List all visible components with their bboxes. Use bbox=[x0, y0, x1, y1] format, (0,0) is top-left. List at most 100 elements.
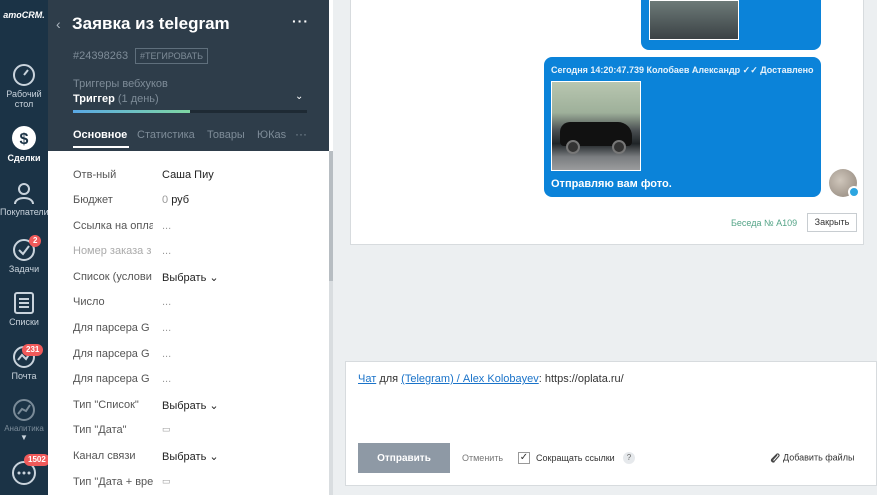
field-type-list[interactable]: Тип "Список" Выбрать ⌄ bbox=[73, 399, 323, 415]
field-value[interactable]: ... bbox=[162, 322, 171, 334]
lead-tag[interactable]: #ТЕГИРОВАТЬ bbox=[135, 48, 209, 64]
calendar-icon[interactable]: ▭ bbox=[162, 476, 171, 487]
field-label: Для парсера G bbox=[73, 348, 150, 360]
shorten-links-checkbox[interactable]: ✓ bbox=[518, 452, 530, 464]
active-tab-underline bbox=[73, 146, 129, 148]
select-value[interactable]: Выбрать ⌄ bbox=[162, 450, 219, 463]
customers-icon bbox=[14, 183, 34, 205]
nav-more-chevron-icon[interactable]: ▼ bbox=[0, 433, 48, 442]
field-responsible[interactable]: Отв-ный Саша Пиу bbox=[73, 169, 323, 185]
budget-value[interactable]: 0 руб bbox=[162, 194, 189, 206]
chat-message: Сегодня 14:20:47.739 Колобаев Александр … bbox=[544, 57, 821, 197]
budget-amount: 0 bbox=[162, 194, 169, 206]
field-label: Отв-ный bbox=[73, 169, 117, 181]
shorten-links-label[interactable]: Сокращать ссылки bbox=[536, 453, 615, 463]
nav-item-dashboard[interactable]: Рабочий стол bbox=[0, 63, 48, 109]
lead-title[interactable]: Заявка из telegram bbox=[72, 14, 230, 34]
field-type-datetime[interactable]: Тип "Дата + вре ▭ bbox=[73, 476, 323, 492]
field-value[interactable]: ... bbox=[162, 245, 171, 257]
field-parser-3[interactable]: Для парсера G ... bbox=[73, 373, 323, 389]
scrollbar-thumb[interactable] bbox=[329, 151, 333, 281]
list-icon bbox=[14, 292, 34, 314]
back-arrow-icon[interactable]: ‹ bbox=[56, 16, 61, 32]
tab-statistics[interactable]: Статистика bbox=[137, 129, 195, 141]
field-payment-link[interactable]: Ссылка на опла ... bbox=[73, 220, 323, 236]
lead-card: ‹ Заявка из telegram ··· #24398263 #ТЕГИ… bbox=[48, 0, 333, 495]
field-value[interactable]: ... bbox=[162, 348, 171, 360]
nav-label-deals: Сделки bbox=[7, 153, 41, 163]
nav-item-deals[interactable]: $ Сделки bbox=[0, 125, 48, 163]
lead-id: #24398263 bbox=[73, 50, 129, 62]
lead-scrollbar[interactable] bbox=[329, 151, 333, 495]
tabs-more-icon[interactable]: ··· bbox=[295, 127, 307, 141]
recipient-link[interactable]: (Telegram) / Alex Kolobayev bbox=[401, 373, 539, 385]
nav-item-customers[interactable]: Покупатели bbox=[0, 181, 49, 217]
more-options-icon[interactable]: ··· bbox=[292, 13, 309, 29]
chats-badge: 1502 bbox=[24, 454, 50, 466]
cancel-link[interactable]: Отменить bbox=[462, 453, 503, 463]
select-text: Выбрать bbox=[162, 272, 207, 284]
app-logo[interactable]: amoCRM. bbox=[0, 10, 48, 20]
field-list-condition[interactable]: Список (услови Выбрать ⌄ bbox=[73, 271, 323, 287]
send-button[interactable]: Отправить bbox=[358, 443, 450, 473]
previous-message bbox=[641, 0, 821, 50]
lead-header: ‹ Заявка из telegram ··· #24398263 #ТЕГИ… bbox=[48, 0, 329, 151]
field-label: Номер заказа з bbox=[73, 245, 152, 257]
select-text: Выбрать bbox=[162, 400, 207, 412]
select-value[interactable]: Выбрать ⌄ bbox=[162, 399, 219, 412]
chevron-down-icon[interactable]: ⌄ bbox=[295, 91, 303, 102]
field-type-date[interactable]: Тип "Дата" ▭ bbox=[73, 424, 323, 440]
chevron-down-icon: ⌄ bbox=[209, 451, 219, 463]
field-label: Для парсера G bbox=[73, 322, 150, 334]
conversation-number[interactable]: Беседа № А109 bbox=[731, 218, 797, 228]
telegram-icon bbox=[848, 186, 860, 198]
field-parser-2[interactable]: Для парсера G ... bbox=[73, 348, 323, 364]
close-conversation-button[interactable]: Закрыть bbox=[807, 213, 857, 232]
field-order-number[interactable]: Номер заказа з ... bbox=[73, 245, 323, 261]
field-budget[interactable]: Бюджет 0 руб bbox=[73, 194, 323, 210]
field-channel[interactable]: Канал связи Выбрать ⌄ bbox=[73, 450, 323, 466]
tab-main[interactable]: Основное bbox=[73, 129, 127, 141]
field-label: Канал связи bbox=[73, 450, 136, 462]
stage-progress-bar bbox=[73, 110, 307, 113]
field-value[interactable]: ... bbox=[162, 373, 171, 385]
message-composer[interactable]: Чат для (Telegram) / Alex Kolobayev: htt… bbox=[345, 361, 877, 486]
composer-text[interactable]: : https://oplata.ru/ bbox=[539, 373, 624, 385]
select-value[interactable]: Выбрать ⌄ bbox=[162, 271, 219, 284]
nav-item-analytics[interactable]: Аналитика bbox=[0, 398, 48, 433]
tasks-badge: 2 bbox=[29, 235, 42, 247]
field-label: Ссылка на опла bbox=[73, 220, 153, 232]
chevron-down-icon: ⌄ bbox=[209, 400, 219, 412]
nav-item-mail[interactable]: Почта 231 bbox=[0, 344, 48, 381]
nav-label-customers: Покупатели bbox=[0, 207, 49, 217]
field-number[interactable]: Число ... bbox=[73, 296, 323, 312]
field-label: Тип "Дата + вре bbox=[73, 476, 153, 488]
nav-item-lists[interactable]: Списки bbox=[0, 291, 48, 327]
field-value[interactable]: ... bbox=[162, 220, 171, 232]
select-text: Выбрать bbox=[162, 451, 207, 463]
nav-item-chats[interactable]: 1502 bbox=[0, 454, 50, 488]
previous-photo[interactable] bbox=[649, 0, 739, 40]
message-photo[interactable] bbox=[551, 81, 641, 171]
pipeline-name[interactable]: Триггеры вебхуков bbox=[73, 78, 168, 90]
field-value[interactable]: ... bbox=[162, 296, 171, 308]
nav-item-tasks[interactable]: Задачи 2 bbox=[0, 235, 48, 274]
attach-label: Добавить файлы bbox=[783, 452, 855, 463]
nav-label-mail: Почта bbox=[11, 371, 37, 381]
tab-yukassa[interactable]: ЮКas bbox=[257, 129, 286, 141]
field-value[interactable]: Саша Пиу bbox=[162, 169, 214, 181]
calendar-icon[interactable]: ▭ bbox=[162, 424, 171, 435]
attach-files-button[interactable]: Добавить файлы bbox=[770, 452, 854, 464]
stage-selector[interactable]: Триггер (1 день) bbox=[73, 93, 159, 105]
stage-name: Триггер bbox=[73, 93, 115, 105]
help-icon[interactable]: ? bbox=[623, 452, 635, 464]
chat-type-link[interactable]: Чат bbox=[358, 373, 376, 385]
wheel-shape bbox=[612, 140, 626, 154]
paperclip-icon bbox=[770, 453, 780, 463]
composer-input[interactable]: Чат для (Telegram) / Alex Kolobayev: htt… bbox=[358, 373, 624, 385]
svg-text:$: $ bbox=[20, 131, 29, 148]
field-parser-1[interactable]: Для парсера G ... bbox=[73, 322, 323, 338]
message-text: Отправляю вам фото. bbox=[551, 178, 672, 190]
mail-badge: 231 bbox=[22, 344, 44, 356]
tab-products[interactable]: Товары bbox=[207, 129, 245, 141]
